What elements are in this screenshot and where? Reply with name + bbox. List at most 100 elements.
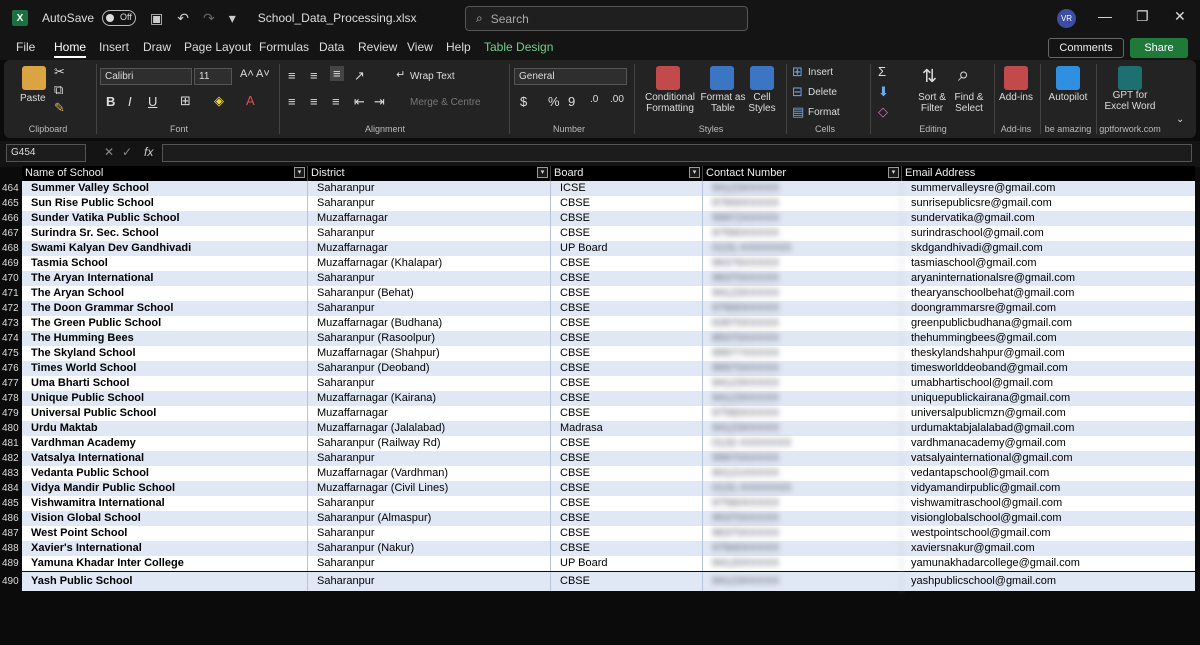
sort-filter-button[interactable]: Sort & Filter <box>912 92 952 114</box>
row-number[interactable]: 482 <box>0 451 22 466</box>
cell-school-name[interactable]: West Point School <box>22 526 308 541</box>
search-box[interactable]: ⌕ Search <box>465 6 748 31</box>
cell-contact-number[interactable]: 94120XXXXX <box>703 556 902 571</box>
tab-page-layout[interactable]: Page Layout <box>184 40 251 54</box>
cell-school-name[interactable]: Swami Kalyan Dev Gandhivadi <box>22 241 308 256</box>
tab-draw[interactable]: Draw <box>143 40 171 54</box>
cell-school-name[interactable]: Xavier's International <box>22 541 308 556</box>
tab-table-design[interactable]: Table Design <box>484 40 553 54</box>
increase-indent-icon[interactable]: ⇥ <box>374 94 385 110</box>
cell-contact-number[interactable]: 94123XXXXX <box>703 286 902 301</box>
format-as-table-button[interactable]: Format as Table <box>698 92 748 114</box>
tab-file[interactable]: File <box>16 40 35 54</box>
cell-district[interactable]: Saharanpur <box>308 572 551 591</box>
cell-district[interactable]: Muzaffarnagar <box>308 241 551 256</box>
font-size-select[interactable]: 11 <box>194 68 232 85</box>
cell-board[interactable]: CBSE <box>551 301 703 316</box>
cell-email[interactable]: summervalleysre@gmail.com <box>902 181 1195 196</box>
cell-contact-number[interactable]: 97600XXXXX <box>703 196 902 211</box>
cell-email[interactable]: uniquepublickairana@gmail.com <box>902 391 1195 406</box>
sort-filter-icon[interactable]: ⇅ <box>922 66 937 87</box>
cell-email[interactable]: vishwamitraschool@gmail.com <box>902 496 1195 511</box>
row-number[interactable]: 489 <box>0 556 22 571</box>
cell-district[interactable]: Saharanpur <box>308 301 551 316</box>
cell-board[interactable]: CBSE <box>551 496 703 511</box>
wrap-text-button[interactable]: Wrap Text <box>410 71 455 82</box>
cell-district[interactable]: Saharanpur <box>308 181 551 196</box>
cell-email[interactable]: yashpublicschool@gmail.com <box>902 572 1195 591</box>
cell-email[interactable]: vidyamandirpublic@gmail.com <box>902 481 1195 496</box>
cell-school-name[interactable]: Urdu Maktab <box>22 421 308 436</box>
cell-district[interactable]: Saharanpur (Nakur) <box>308 541 551 556</box>
row-number[interactable]: 464 <box>0 181 22 196</box>
cell-school-name[interactable]: Vardhman Academy <box>22 436 308 451</box>
cell-board[interactable]: CBSE <box>551 256 703 271</box>
confirm-entry-icon[interactable]: ✓ <box>122 145 132 159</box>
cell-district[interactable]: Muzaffarnagar (Budhana) <box>308 316 551 331</box>
addins-icon[interactable] <box>1004 66 1028 90</box>
align-left-icon[interactable]: ≡ <box>288 94 296 109</box>
cell-school-name[interactable]: Times World School <box>22 361 308 376</box>
cell-email[interactable]: skdgandhivadi@gmail.com <box>902 241 1195 256</box>
cell-email[interactable]: umabhartischool@gmail.com <box>902 376 1195 391</box>
cell-school-name[interactable]: Tasmia School <box>22 256 308 271</box>
percent-icon[interactable]: % <box>548 94 560 109</box>
cell-email[interactable]: surindraschool@gmail.com <box>902 226 1195 241</box>
cell-contact-number[interactable]: 95370XXXXX <box>703 511 902 526</box>
row-number[interactable]: 477 <box>0 376 22 391</box>
filter-dropdown-icon[interactable]: ▾ <box>537 167 548 178</box>
cell-board[interactable]: CBSE <box>551 572 703 591</box>
cell-school-name[interactable]: The Doon Grammar School <box>22 301 308 316</box>
share-button[interactable]: Share <box>1130 38 1188 58</box>
cell-district[interactable]: Saharanpur (Behat) <box>308 286 551 301</box>
cell-board[interactable]: CBSE <box>551 526 703 541</box>
function-icon[interactable]: fx <box>144 145 153 159</box>
cell-board[interactable]: CBSE <box>551 226 703 241</box>
cell-contact-number[interactable]: 94123XXXXX <box>703 391 902 406</box>
cell-email[interactable]: tasmiaschool@gmail.com <box>902 256 1195 271</box>
formula-input[interactable] <box>162 144 1192 162</box>
currency-icon[interactable]: $ <box>520 94 527 109</box>
row-number[interactable]: 465 <box>0 196 22 211</box>
cell-board[interactable]: CBSE <box>551 541 703 556</box>
cell-school-name[interactable]: Vedanta Public School <box>22 466 308 481</box>
gpt-for-excel-button[interactable]: GPT for Excel Word <box>1100 90 1160 112</box>
row-number[interactable]: 479 <box>0 406 22 421</box>
avatar[interactable]: VR <box>1057 9 1076 28</box>
cell-contact-number[interactable]: 97560XXXXX <box>703 496 902 511</box>
align-center-icon[interactable]: ≡ <box>310 94 318 109</box>
cell-board[interactable]: CBSE <box>551 331 703 346</box>
cell-email[interactable]: thehummingbees@gmail.com <box>902 331 1195 346</box>
cell-board[interactable]: CBSE <box>551 196 703 211</box>
paste-icon[interactable] <box>22 66 46 90</box>
cell-board[interactable]: CBSE <box>551 451 703 466</box>
cell-board[interactable]: CBSE <box>551 466 703 481</box>
filter-dropdown-icon[interactable]: ▾ <box>689 167 700 178</box>
row-number[interactable]: 469 <box>0 256 22 271</box>
autosave-toggle[interactable]: Off <box>102 10 137 26</box>
cell-district[interactable]: Muzaffarnagar (Shahpur) <box>308 346 551 361</box>
row-number[interactable]: 471 <box>0 286 22 301</box>
cell-contact-number[interactable]: 0131-XXXXXXX <box>703 481 902 496</box>
bold-button[interactable]: B <box>106 94 115 109</box>
cell-email[interactable]: theskylandshahpur@gmail.com <box>902 346 1195 361</box>
cancel-entry-icon[interactable]: ✕ <box>104 145 114 159</box>
cell-board[interactable]: CBSE <box>551 211 703 226</box>
cell-district[interactable]: Saharanpur (Railway Rd) <box>308 436 551 451</box>
row-number[interactable]: 472 <box>0 301 22 316</box>
cell-contact-number[interactable]: 96376XXXXX <box>703 256 902 271</box>
collapse-ribbon-icon[interactable]: ⌄ <box>1176 114 1184 125</box>
cell-district[interactable]: Muzaffarnagar (Jalalabad) <box>308 421 551 436</box>
cell-school-name[interactable]: Uma Bharti School <box>22 376 308 391</box>
cell-school-name[interactable]: Yash Public School <box>22 572 308 591</box>
cell-district[interactable]: Muzaffarnagar <box>308 211 551 226</box>
row-number[interactable]: 481 <box>0 436 22 451</box>
header-contact-number[interactable]: Contact Number ▾ <box>703 166 902 181</box>
cell-contact-number[interactable]: 96370XXXXX <box>703 526 902 541</box>
header-email-address[interactable]: Email Address <box>902 166 1195 181</box>
cell-styles-button[interactable]: Cell Styles <box>744 92 780 114</box>
cell-email[interactable]: visionglobalschool@gmail.com <box>902 511 1195 526</box>
cell-contact-number[interactable]: 90121XXXXX <box>703 466 902 481</box>
cell-district[interactable]: Muzaffarnagar (Khalapar) <box>308 256 551 271</box>
cell-board[interactable]: CBSE <box>551 391 703 406</box>
